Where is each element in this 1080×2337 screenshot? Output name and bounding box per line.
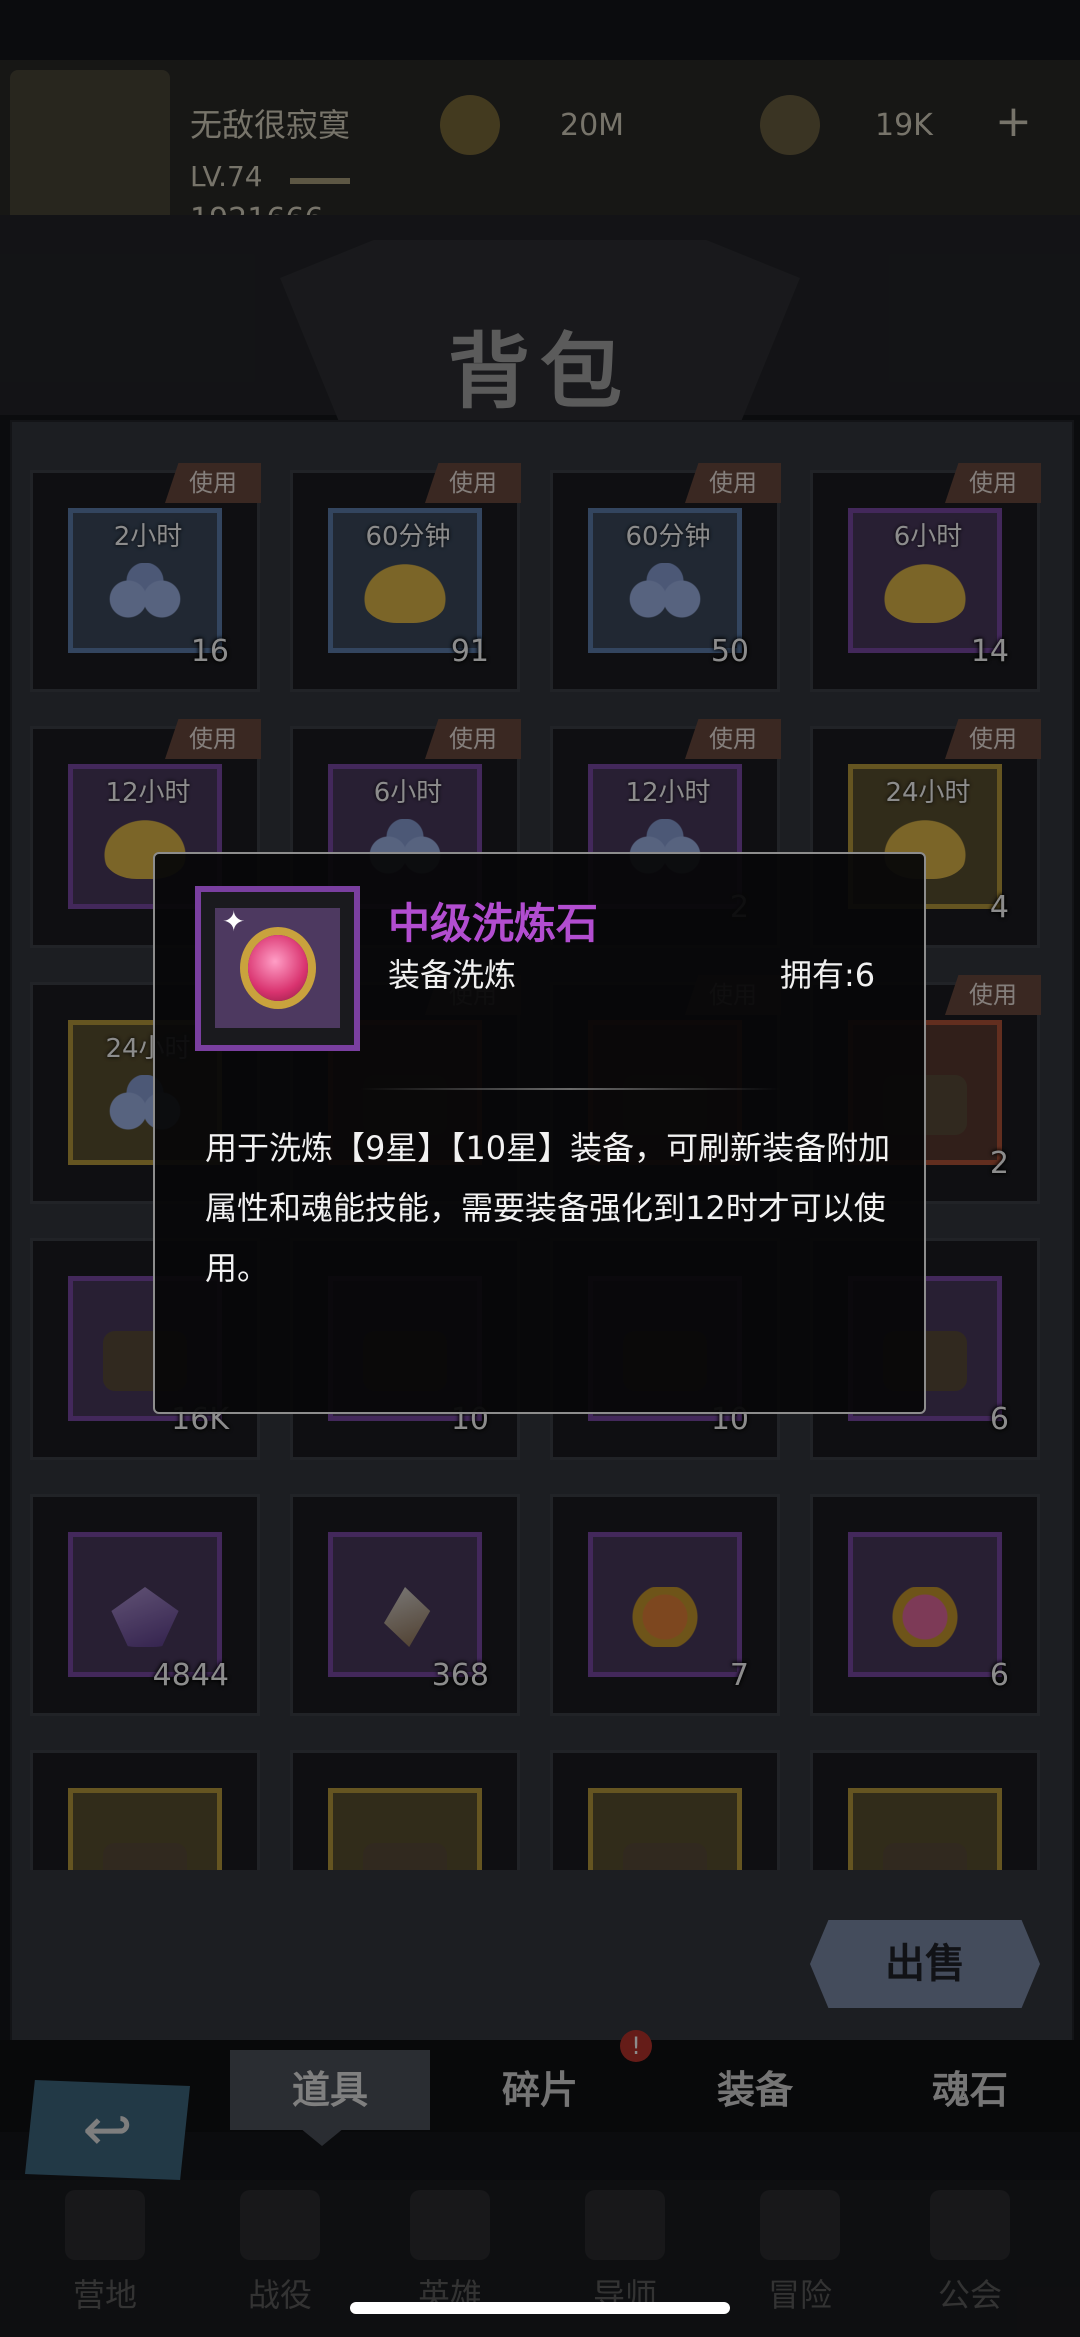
item-type: 装备洗炼 <box>388 956 517 994</box>
home-indicator <box>350 2302 730 2314</box>
divider <box>360 1088 780 1090</box>
owned-count: 拥有:6 <box>780 956 876 994</box>
sparkle-icon: ✦ <box>222 905 246 938</box>
gem-icon <box>248 935 308 1001</box>
item-name: 中级洗炼石 <box>388 899 599 948</box>
item-description: 用于洗炼【9星】【10星】装备，可刷新装备附加属性和魂能技能，需要装备强化到12… <box>205 1129 891 1287</box>
